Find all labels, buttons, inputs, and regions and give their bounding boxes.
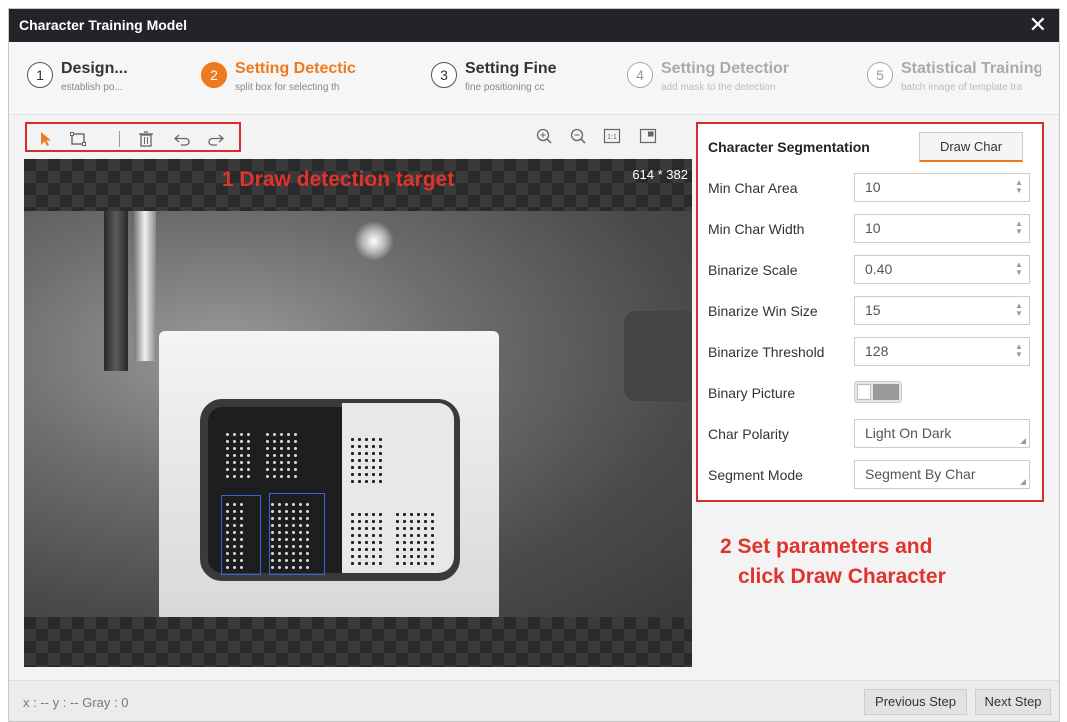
step-title: Setting Detectior xyxy=(661,60,790,77)
spinner-icon[interactable]: ▲ ▼ xyxy=(1015,261,1023,279)
step-desc: split box for selecting th xyxy=(235,82,340,93)
annotation-step2: 2 Set parameters and click Draw Characte… xyxy=(720,532,946,592)
inspection-image xyxy=(24,211,692,621)
title-bar: Character Training Model ✕ xyxy=(9,9,1059,42)
step-number: 5 xyxy=(867,62,893,88)
fit-window-icon[interactable] xyxy=(639,127,657,145)
spinner-icon[interactable]: ▲ ▼ xyxy=(1015,302,1023,320)
step-desc: add mask to the detection xyxy=(661,82,776,93)
param-row: Binarize Scale 0.40 ▲ ▼ xyxy=(708,255,1038,285)
select-value: Segment By Char xyxy=(865,466,976,482)
binarize-scale-input[interactable]: 0.40 ▲ ▼ xyxy=(854,255,1030,284)
zoom-in-icon[interactable] xyxy=(535,127,553,145)
canvas-background-bottom xyxy=(24,617,692,667)
char-polarity-select[interactable]: Light On Dark xyxy=(854,419,1030,448)
min-char-width-input[interactable]: 10 ▲ ▼ xyxy=(854,214,1030,243)
param-value: 10 xyxy=(865,220,881,236)
char-dots xyxy=(349,511,384,567)
window-title: Character Training Model xyxy=(19,17,188,33)
step-title: Setting Detectic xyxy=(235,60,356,77)
image-canvas[interactable]: 614 * 382 xyxy=(24,159,692,667)
param-label: Binarize Scale xyxy=(708,262,798,278)
annotation-line: 2 Set parameters and xyxy=(720,535,933,558)
segmentation-panel: Character Segmentation Draw Char Min Cha… xyxy=(696,122,1044,502)
param-label: Char Polarity xyxy=(708,426,789,442)
previous-step-button[interactable]: Previous Step xyxy=(864,689,967,715)
panel-title: Character Segmentation xyxy=(708,139,870,155)
param-label: Binary Picture xyxy=(708,385,796,401)
delete-icon[interactable] xyxy=(137,130,155,148)
dropdown-corner-icon xyxy=(1020,438,1026,444)
param-value: 10 xyxy=(865,179,881,195)
step-desc: batch image of template tra xyxy=(901,82,1023,93)
actual-size-label: 1:1 xyxy=(607,134,617,141)
rectangle-icon[interactable] xyxy=(69,130,87,148)
step-title: Design... xyxy=(61,60,128,77)
zoom-out-icon[interactable] xyxy=(569,127,587,145)
param-row: Min Char Area 10 ▲ ▼ xyxy=(708,173,1038,203)
undo-icon[interactable] xyxy=(173,130,191,148)
actual-size-icon[interactable]: 1:1 xyxy=(603,127,621,145)
next-step-button[interactable]: Next Step xyxy=(975,689,1051,715)
char-dots xyxy=(224,431,252,480)
param-row: Char Polarity Light On Dark xyxy=(708,419,1038,449)
param-value: 128 xyxy=(865,343,889,359)
close-icon[interactable]: ✕ xyxy=(1029,12,1047,38)
segment-mode-select[interactable]: Segment By Char xyxy=(854,460,1030,489)
param-row: Binary Picture xyxy=(708,378,1038,408)
param-label: Segment Mode xyxy=(708,467,803,483)
spinner-icon[interactable]: ▲ ▼ xyxy=(1015,179,1023,197)
min-char-area-input[interactable]: 10 ▲ ▼ xyxy=(854,173,1030,202)
param-label: Min Char Width xyxy=(708,221,805,237)
char-dots xyxy=(394,511,436,567)
annotation-step1: 1 Draw detection target xyxy=(222,168,455,191)
step-number: 4 xyxy=(627,62,653,88)
char-dots xyxy=(349,436,384,485)
param-row: Min Char Width 10 ▲ ▼ xyxy=(708,214,1038,244)
step-number: 3 xyxy=(431,62,457,88)
char-box[interactable] xyxy=(269,493,325,575)
char-dots xyxy=(264,431,299,480)
step-number: 1 xyxy=(27,62,53,88)
redo-icon[interactable] xyxy=(207,130,225,148)
binarize-win-size-input[interactable]: 15 ▲ ▼ xyxy=(854,296,1030,325)
step-desc: fine positioning cc xyxy=(465,82,545,93)
draw-toolbar xyxy=(25,122,241,152)
spinner-icon[interactable]: ▲ ▼ xyxy=(1015,220,1023,238)
step-title: Statistical Training xyxy=(901,60,1041,77)
char-box[interactable] xyxy=(221,495,261,575)
param-label: Binarize Win Size xyxy=(708,303,818,319)
step-wizard: 1 Design... establish po... 2 Setting De… xyxy=(9,42,1059,115)
param-value: 0.40 xyxy=(865,261,893,277)
binary-picture-toggle[interactable] xyxy=(854,381,902,403)
param-row: Binarize Threshold 128 ▲ ▼ xyxy=(708,337,1038,367)
binarize-threshold-input[interactable]: 128 ▲ ▼ xyxy=(854,337,1030,366)
step-title: Setting Fine xyxy=(465,60,557,77)
annotation-line: click Draw Character xyxy=(738,565,946,588)
select-value: Light On Dark xyxy=(865,425,952,441)
training-window: Character Training Model ✕ 1 Design... e… xyxy=(8,8,1060,722)
dropdown-corner-icon xyxy=(1020,479,1026,485)
param-label: Min Char Area xyxy=(708,180,798,196)
param-label: Binarize Threshold xyxy=(708,344,825,360)
step-desc: establish po... xyxy=(61,82,123,93)
image-size-label: 614 * 382 xyxy=(632,167,688,182)
spinner-icon[interactable]: ▲ ▼ xyxy=(1015,343,1023,361)
toolbar-separator xyxy=(119,131,120,147)
param-row: Binarize Win Size 15 ▲ ▼ xyxy=(708,296,1038,326)
status-bar: x : -- y : -- Gray : 0 Previous Step Nex… xyxy=(9,680,1059,721)
draw-char-button[interactable]: Draw Char xyxy=(919,132,1023,162)
cursor-coords: x : -- y : -- Gray : 0 xyxy=(23,695,129,710)
select-arrow-icon[interactable] xyxy=(37,130,55,148)
param-row: Segment Mode Segment By Char xyxy=(708,460,1038,490)
param-value: 15 xyxy=(865,302,881,318)
step-number: 2 xyxy=(201,62,227,88)
